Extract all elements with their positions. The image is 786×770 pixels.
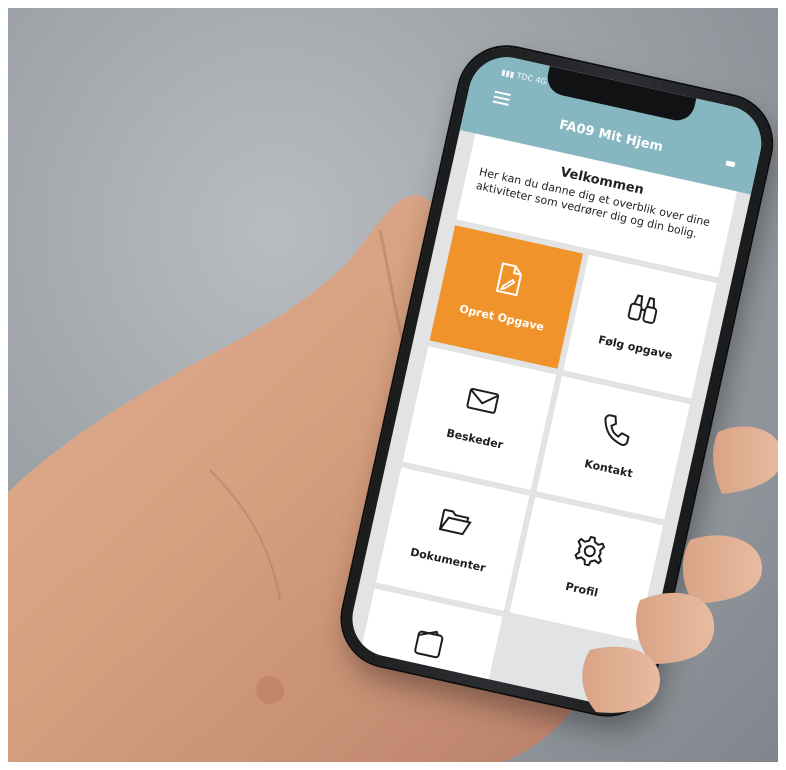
- photo-scene: ▮▮▮ TDC 4G FA09 Mit Hjem Velkommen Her k…: [0, 0, 786, 770]
- hand-fingers: [582, 426, 783, 713]
